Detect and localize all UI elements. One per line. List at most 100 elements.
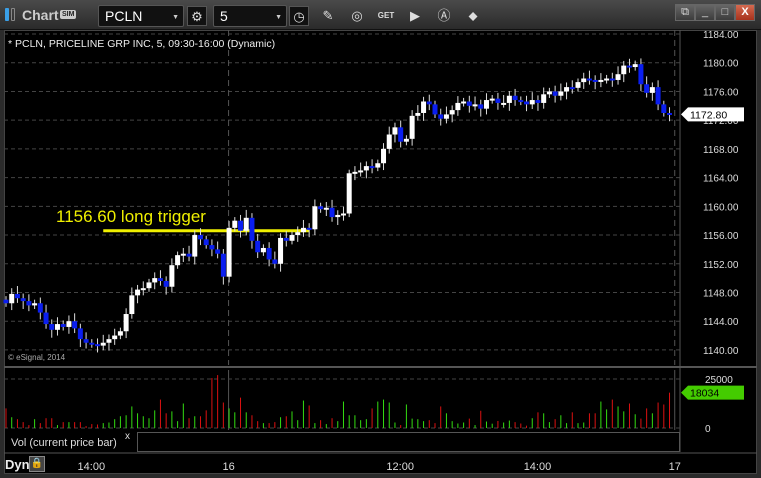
candle [426,101,432,105]
lock-icon[interactable]: 🔒 [29,456,45,472]
candle [340,213,346,216]
candle [541,94,547,103]
candle [123,314,129,332]
candle [220,253,226,277]
volume-tick-label: 0 [705,424,711,435]
candle [415,112,421,116]
candle [466,101,472,106]
candle [335,214,341,218]
candle [386,134,392,149]
candle [615,74,621,80]
candle [529,100,535,105]
candle [260,247,266,253]
candle [655,87,661,105]
candle [249,217,255,241]
candle [95,344,101,347]
candle [300,227,306,233]
candle [375,163,381,168]
candle [455,102,461,111]
candle [318,206,324,210]
candle [72,321,78,329]
candle [226,227,232,277]
price-tick-label: 1156.00 [703,231,739,242]
time-tick-label: 14:00 [78,461,106,473]
candle [197,235,203,240]
dyn-label[interactable]: Dyn [5,457,30,472]
price-volume-chart[interactable]: 1184.001180.001176.001172.001168.001164.… [0,0,761,478]
candle [146,282,152,289]
candle [215,249,221,254]
candle [232,220,238,228]
candle [403,138,409,142]
chart-header: * PCLN, PRICELINE GRP INC, 5, 09:30-16:0… [8,38,276,50]
price-tick-label: 1164.00 [703,174,739,185]
candle [558,91,564,96]
candle [621,65,627,75]
candle [649,87,655,93]
candle [278,237,284,264]
candle [381,148,387,164]
candle [546,91,552,95]
candle [449,110,455,115]
candle [129,295,135,315]
candle [112,335,118,340]
candle [163,280,169,287]
candle [54,324,60,330]
candle [575,82,581,88]
volume-tick-label: 25000 [705,375,733,386]
candle [421,101,427,113]
volume-study-label: Vol (current price bar) [11,437,117,449]
candle [9,293,15,304]
copyright: © eSignal, 2014 [8,353,66,362]
candle [66,321,72,327]
candle [369,166,375,169]
candle [626,65,632,68]
candle [409,115,415,139]
candle [83,339,89,343]
price-tick-label: 1184.00 [703,30,739,41]
candle [358,170,364,173]
volume-last-label: 18034 [690,388,719,400]
price-tick-label: 1140.00 [703,346,739,357]
candle [552,91,558,96]
candle [398,127,404,142]
price-tick-label: 1176.00 [703,87,739,98]
candle [644,84,650,93]
candle [180,253,186,256]
candle [461,101,467,104]
candle [169,265,175,287]
candle [586,78,592,81]
candle [238,220,244,231]
candle [255,240,261,253]
candle [106,339,112,343]
time-tick-label: 16 [222,461,234,473]
candle [661,104,667,113]
candle [363,166,369,171]
candle [117,331,123,336]
candle [306,227,312,230]
candle [323,207,329,210]
candle [564,87,570,92]
price-tick-label: 1152.00 [703,260,739,271]
candle [209,245,215,250]
candle [3,299,9,304]
remove-study-button[interactable]: x [125,431,130,442]
candle [89,342,95,345]
candle [32,303,38,306]
candle [14,293,20,299]
candle [192,235,198,257]
candle [157,278,163,281]
candle [667,112,673,115]
candle [483,100,489,109]
candle [272,259,278,264]
candle [37,303,43,313]
candle [432,104,438,115]
candle [203,239,209,246]
candle [283,237,289,241]
candle [140,288,146,291]
time-tick-label: 17 [669,461,681,473]
candle [609,78,615,81]
candle [352,171,358,174]
candle [329,207,335,218]
candle [478,104,484,109]
